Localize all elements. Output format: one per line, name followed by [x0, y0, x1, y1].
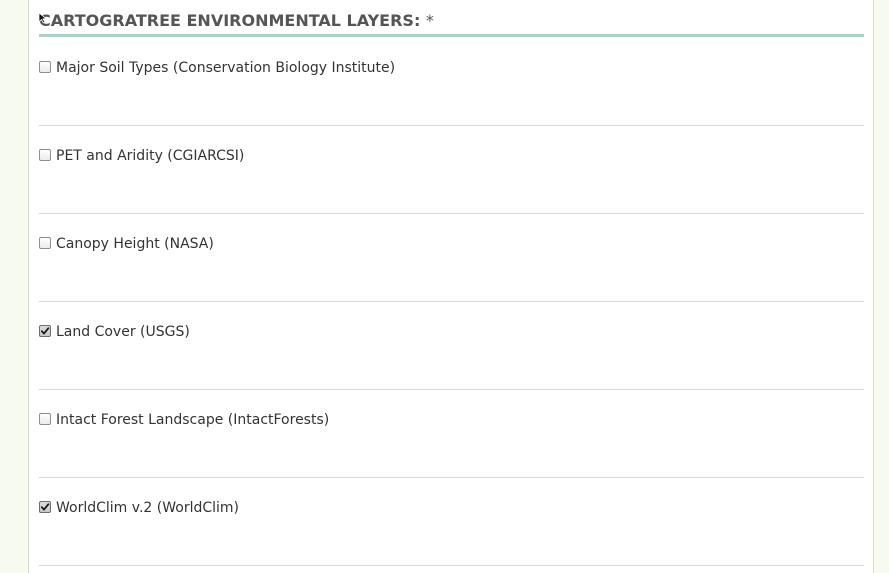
layer-checkbox[interactable] [39, 149, 51, 161]
environmental-layers-panel: CARTOGRATREE ENVIRONMENTAL LAYERS: * Maj… [28, 0, 874, 573]
layer-option-worldclim[interactable]: WorldClim v.2 (WorldClim) [39, 478, 864, 566]
layer-label[interactable]: Major Soil Types (Conservation Biology I… [56, 60, 395, 76]
layer-option-intact-forest-landscape[interactable]: Intact Forest Landscape (IntactForests) [39, 390, 864, 478]
layer-checkbox[interactable] [39, 325, 51, 337]
checkmark-icon [40, 503, 50, 511]
layer-option-canopy-height[interactable]: Canopy Height (NASA) [39, 214, 864, 302]
layer-option-major-soil-types[interactable]: Major Soil Types (Conservation Biology I… [39, 38, 864, 126]
layer-label[interactable]: WorldClim v.2 (WorldClim) [56, 500, 239, 516]
layer-checkbox[interactable] [39, 413, 51, 425]
layer-checkbox[interactable] [39, 61, 51, 73]
checkmark-icon [40, 327, 50, 335]
layer-checkbox[interactable] [39, 501, 51, 513]
section-title: CARTOGRATREE ENVIRONMENTAL LAYERS: * [39, 11, 434, 30]
layer-label[interactable]: Canopy Height (NASA) [56, 236, 214, 252]
layer-checkbox[interactable] [39, 237, 51, 249]
layer-label[interactable]: Land Cover (USGS) [56, 324, 190, 340]
layer-label[interactable]: PET and Aridity (CGIARCSI) [56, 148, 244, 164]
required-marker: * [425, 11, 434, 30]
layer-label[interactable]: Intact Forest Landscape (IntactForests) [56, 412, 329, 428]
layer-option-land-cover[interactable]: Land Cover (USGS) [39, 302, 864, 390]
mouse-cursor-icon [38, 12, 48, 24]
layer-option-pet-and-aridity[interactable]: PET and Aridity (CGIARCSI) [39, 126, 864, 214]
section-header: CARTOGRATREE ENVIRONMENTAL LAYERS: * [38, 10, 864, 37]
